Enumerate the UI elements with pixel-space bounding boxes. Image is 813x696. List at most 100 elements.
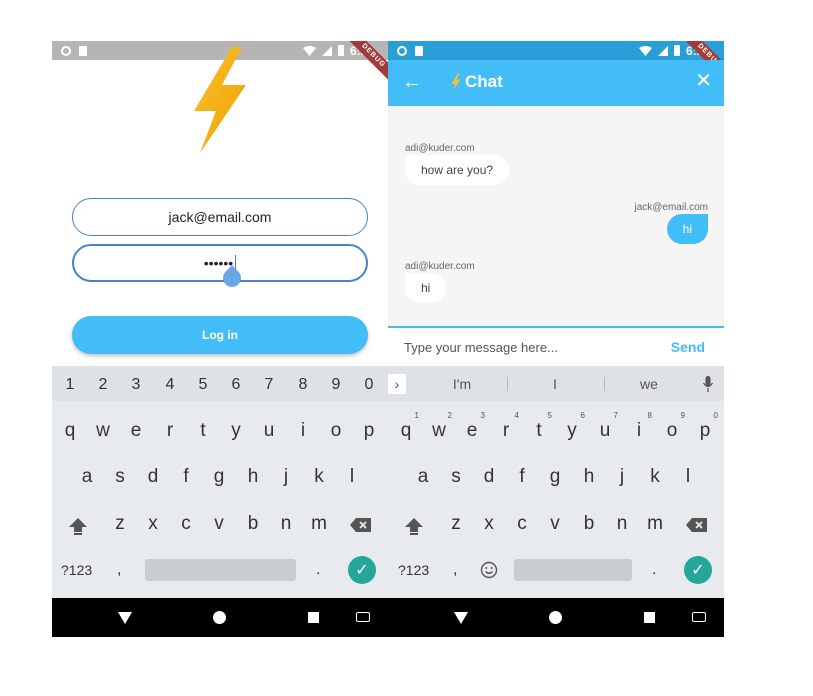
key-y[interactable]: y xyxy=(222,420,250,442)
key-p[interactable]: p xyxy=(355,420,383,442)
key-e[interactable]: e3 xyxy=(458,411,486,442)
key-q[interactable]: q xyxy=(56,420,84,442)
space-bar[interactable] xyxy=(514,559,632,581)
key-9[interactable]: 9 xyxy=(326,366,346,401)
nav-back-icon[interactable] xyxy=(454,612,468,624)
key-y[interactable]: y6 xyxy=(558,411,586,442)
key-f[interactable]: f xyxy=(172,466,200,488)
message-bubble: hi xyxy=(666,214,708,244)
key-g[interactable]: g xyxy=(205,466,233,488)
login-button[interactable]: Log in xyxy=(72,316,368,354)
key-o[interactable]: o xyxy=(322,420,350,442)
key-v[interactable]: v xyxy=(541,513,569,535)
key-x[interactable]: x xyxy=(475,513,503,535)
suggestion-item[interactable]: I xyxy=(548,366,562,401)
key-c[interactable]: c xyxy=(172,513,200,535)
key-n[interactable]: n xyxy=(272,513,300,535)
enter-button[interactable]: ✓ xyxy=(684,556,712,584)
key-b[interactable]: b xyxy=(239,513,267,535)
key-r[interactable]: r xyxy=(156,420,184,442)
key-l[interactable]: l xyxy=(674,466,702,488)
password-field[interactable]: •••••• xyxy=(72,244,368,282)
shift-icon[interactable] xyxy=(404,516,424,536)
key-h[interactable]: h xyxy=(239,466,267,488)
key-w[interactable]: w2 xyxy=(425,411,453,442)
key-u[interactable]: u xyxy=(255,420,283,442)
key-f[interactable]: f xyxy=(508,466,536,488)
key-j[interactable]: j xyxy=(272,466,300,488)
nav-home-icon[interactable] xyxy=(549,611,562,624)
key-1[interactable]: 1 xyxy=(60,366,80,401)
key-e[interactable]: e xyxy=(122,420,150,442)
key-r[interactable]: r4 xyxy=(492,411,520,442)
key-w[interactable]: w xyxy=(89,420,117,442)
shift-icon[interactable] xyxy=(68,516,88,536)
microphone-icon[interactable] xyxy=(703,376,713,392)
key-j[interactable]: j xyxy=(608,466,636,488)
key-k[interactable]: k xyxy=(641,466,669,488)
key-s[interactable]: s xyxy=(442,466,470,488)
key-n[interactable]: n xyxy=(608,513,636,535)
expand-chevron-icon[interactable]: › xyxy=(388,374,406,394)
key-2[interactable]: 2 xyxy=(93,366,113,401)
key-i[interactable]: i8 xyxy=(625,411,653,442)
nav-back-icon[interactable] xyxy=(118,612,132,624)
key-7[interactable]: 7 xyxy=(259,366,279,401)
key-a[interactable]: a xyxy=(73,466,101,488)
symbols-key[interactable]: ?123 xyxy=(398,562,429,578)
back-arrow-icon[interactable]: ← xyxy=(402,71,422,93)
title-text: Chat xyxy=(465,72,503,91)
key-k[interactable]: k xyxy=(305,466,333,488)
key-0[interactable]: 0 xyxy=(359,366,379,401)
key-t[interactable]: t xyxy=(189,420,217,442)
keyboard-switch-icon[interactable] xyxy=(356,612,370,622)
backspace-icon[interactable] xyxy=(350,517,372,533)
symbols-key[interactable]: ?123 xyxy=(61,562,92,578)
key-i[interactable]: i xyxy=(289,420,317,442)
key-l[interactable]: l xyxy=(338,466,366,488)
key-x[interactable]: x xyxy=(139,513,167,535)
key-m[interactable]: m xyxy=(305,513,333,535)
message-input[interactable]: Type your message here... xyxy=(404,340,558,355)
key-4[interactable]: 4 xyxy=(160,366,180,401)
key-t[interactable]: t5 xyxy=(525,411,553,442)
key-s[interactable]: s xyxy=(106,466,134,488)
nav-home-icon[interactable] xyxy=(213,611,226,624)
key-z[interactable]: z xyxy=(442,513,470,535)
close-icon[interactable]: ✕ xyxy=(695,70,712,92)
key-m[interactable]: m xyxy=(641,513,669,535)
enter-button[interactable]: ✓ xyxy=(348,556,376,584)
key-b[interactable]: b xyxy=(575,513,603,535)
key-6[interactable]: 6 xyxy=(226,366,246,401)
key-comma[interactable]: , xyxy=(117,561,121,579)
suggestion-item[interactable]: I'm xyxy=(444,366,480,401)
key-z[interactable]: z xyxy=(106,513,134,535)
suggestion-item[interactable]: we xyxy=(637,366,661,401)
key-o[interactable]: o9 xyxy=(658,411,686,442)
key-c[interactable]: c xyxy=(508,513,536,535)
key-p[interactable]: p0 xyxy=(691,411,719,442)
key-q[interactable]: q1 xyxy=(392,411,420,442)
key-a[interactable]: a xyxy=(409,466,437,488)
key-h[interactable]: h xyxy=(575,466,603,488)
backspace-icon[interactable] xyxy=(686,517,708,533)
key-g[interactable]: g xyxy=(541,466,569,488)
key-period[interactable]: . xyxy=(652,561,656,579)
space-bar[interactable] xyxy=(145,559,296,581)
keyboard-switch-icon[interactable] xyxy=(692,612,706,622)
wifi-icon xyxy=(638,45,652,56)
key-8[interactable]: 8 xyxy=(293,366,313,401)
email-field[interactable]: jack@email.com xyxy=(72,198,368,236)
key-u[interactable]: u7 xyxy=(591,411,619,442)
key-d[interactable]: d xyxy=(475,466,503,488)
key-5[interactable]: 5 xyxy=(193,366,213,401)
nav-recent-icon[interactable] xyxy=(644,612,655,623)
key-3[interactable]: 3 xyxy=(126,366,146,401)
key-d[interactable]: d xyxy=(139,466,167,488)
key-v[interactable]: v xyxy=(205,513,233,535)
key-comma[interactable]: , xyxy=(453,561,457,579)
key-period[interactable]: . xyxy=(316,561,320,579)
nav-recent-icon[interactable] xyxy=(308,612,319,623)
send-button[interactable]: Send xyxy=(671,339,705,355)
emoji-icon[interactable] xyxy=(480,561,498,579)
